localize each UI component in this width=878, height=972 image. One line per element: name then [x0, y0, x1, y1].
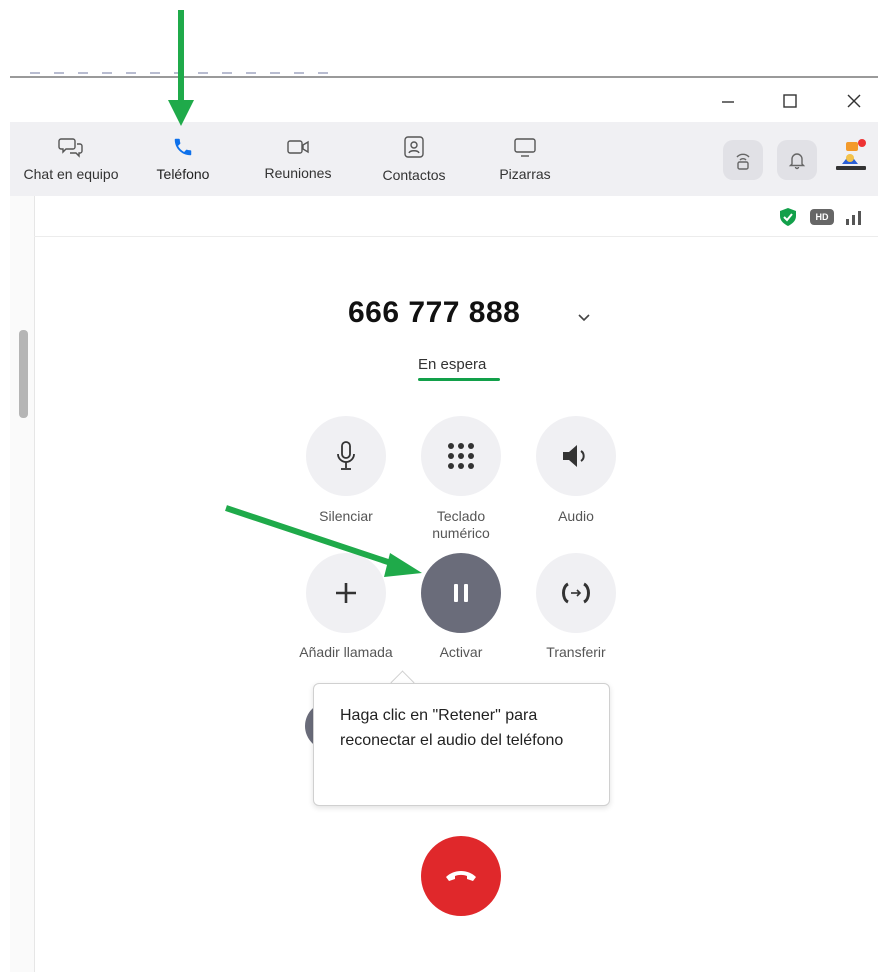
minimize-button[interactable]	[711, 86, 745, 116]
chat-icon	[58, 138, 83, 158]
tooltip-text: Haga clic en "Retener" para reconectar e…	[340, 707, 564, 749]
avatar[interactable]	[832, 138, 872, 178]
keypad-label: Teclado numérico	[432, 508, 490, 541]
connection-status-row	[778, 206, 798, 228]
nav-tab-meetings[interactable]: Reuniones	[250, 122, 346, 196]
close-button[interactable]	[837, 86, 871, 116]
transfer-icon	[562, 582, 590, 604]
minimize-icon	[722, 101, 734, 103]
audio-label: Audio	[558, 508, 594, 524]
transfer-button[interactable]	[536, 553, 616, 633]
hang-up-icon	[446, 871, 476, 881]
add-call-button[interactable]	[306, 553, 386, 633]
window-top-border	[10, 76, 878, 78]
hold-resume-button[interactable]	[421, 553, 501, 633]
phone-number: 666 777 888	[348, 296, 521, 329]
microphone-icon	[337, 441, 355, 470]
mute-label: Silenciar	[319, 508, 373, 524]
nav-tab-meetings-label: Reuniones	[264, 165, 332, 181]
antenna-button[interactable]	[723, 140, 763, 180]
transfer-label: Transferir	[546, 644, 606, 660]
nav-tab-chat-label: Chat en equipo	[23, 166, 119, 182]
contacts-icon	[404, 136, 424, 158]
bell-icon	[788, 153, 806, 170]
keypad-button[interactable]	[421, 416, 501, 496]
hang-up-button[interactable]	[421, 836, 501, 916]
header-separator	[34, 236, 878, 237]
signal-strength-icon	[846, 211, 861, 225]
maximize-icon	[783, 94, 797, 108]
plus-icon	[336, 583, 356, 603]
tooltip-caret-mask	[402, 684, 416, 688]
nav-tab-whiteboards[interactable]: Pizarras	[480, 122, 570, 196]
hold-resume-label: Activar	[439, 644, 483, 660]
whiteboard-icon	[514, 138, 536, 157]
window-top-edge-decoration	[30, 72, 330, 74]
shield-icon	[780, 208, 796, 226]
annotation-arrow-phone-tab	[168, 10, 194, 126]
nav-tab-whiteboards-label: Pizarras	[499, 166, 551, 182]
pause-icon	[454, 584, 468, 602]
notifications-button[interactable]	[777, 140, 817, 180]
call-status-underline	[418, 378, 500, 381]
avatar-image	[836, 139, 866, 170]
keypad-icon	[448, 443, 474, 469]
speaker-icon	[563, 445, 585, 467]
nav-tab-phone-label: Teléfono	[156, 166, 210, 182]
hold-tooltip: Haga clic en "Retener" para reconectar e…	[313, 683, 610, 806]
top-nav-bar: Chat en equipo Teléfono Reuniones Contac…	[10, 122, 878, 196]
antenna-icon	[736, 153, 750, 170]
video-icon	[287, 140, 309, 154]
nav-tab-contacts-label: Contactos	[382, 167, 446, 183]
mute-button[interactable]	[306, 416, 386, 496]
phone-icon	[174, 138, 192, 156]
scrollbar-thumb[interactable]	[19, 330, 28, 418]
call-status-label: En espera	[418, 356, 487, 373]
nav-tab-phone[interactable]: Teléfono	[140, 122, 226, 196]
left-rail	[10, 196, 35, 972]
audio-button[interactable]	[536, 416, 616, 496]
nav-tab-contacts[interactable]: Contactos	[366, 122, 462, 196]
chevron-down-icon[interactable]	[574, 310, 594, 324]
nav-tab-chat[interactable]: Chat en equipo	[12, 122, 130, 196]
close-icon	[847, 94, 861, 108]
maximize-button[interactable]	[773, 86, 807, 116]
add-call-label: Añadir llamada	[299, 644, 393, 660]
hd-badge: HD	[810, 209, 834, 225]
